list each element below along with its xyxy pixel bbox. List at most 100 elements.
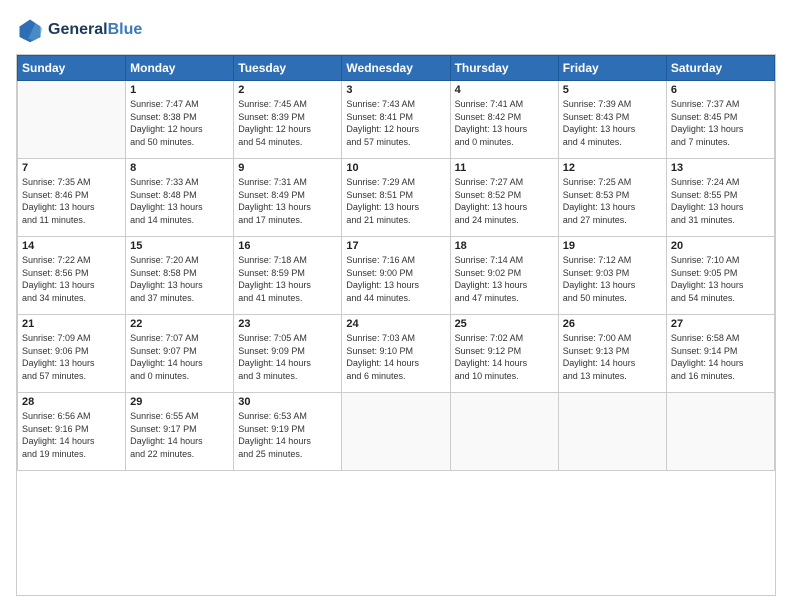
day-info: Sunrise: 7:25 AM Sunset: 8:53 PM Dayligh… [563, 176, 662, 226]
day-info: Sunrise: 7:07 AM Sunset: 9:07 PM Dayligh… [130, 332, 229, 382]
day-info: Sunrise: 7:22 AM Sunset: 8:56 PM Dayligh… [22, 254, 121, 304]
calendar-body: 1 Sunrise: 7:47 AM Sunset: 8:38 PM Daylig… [18, 81, 775, 471]
calendar-day-cell: 13Sunrise: 7:24 AM Sunset: 8:55 PM Dayli… [666, 159, 774, 237]
day-number: 2 [238, 84, 337, 96]
day-info: Sunrise: 7:05 AM Sunset: 9:09 PM Dayligh… [238, 332, 337, 382]
calendar-day-cell: 27 Sunrise: 6:58 AM Sunset: 9:14 PM Dayli… [666, 315, 774, 393]
day-info: Sunrise: 6:58 AM Sunset: 9:14 PM Dayligh… [671, 332, 770, 382]
day-info: Sunrise: 7:31 AM Sunset: 8:49 PM Dayligh… [238, 176, 337, 226]
day-number: 29 [130, 396, 229, 408]
day-info: Sunrise: 7:20 AM Sunset: 8:58 PM Dayligh… [130, 254, 229, 304]
calendar-day-cell [450, 393, 558, 471]
day-info: Sunrise: 7:10 AM Sunset: 9:05 PM Dayligh… [671, 254, 770, 304]
day-number: 4 [455, 84, 554, 96]
day-number: 22 [130, 318, 229, 330]
calendar-day-cell [18, 81, 126, 159]
calendar-week-row: 21 Sunrise: 7:09 AM Sunset: 9:06 PM Dayli… [18, 315, 775, 393]
day-number: 12 [563, 162, 662, 174]
calendar-day-cell [558, 393, 666, 471]
day-info: Sunrise: 7:16 AM Sunset: 9:00 PM Dayligh… [346, 254, 445, 304]
calendar: SundayMondayTuesdayWednesdayThursdayFrid… [16, 54, 776, 596]
calendar-day-cell: 8Sunrise: 7:33 AM Sunset: 8:48 PM Daylig… [126, 159, 234, 237]
day-number: 6 [671, 84, 770, 96]
day-number: 7 [22, 162, 121, 174]
day-number: 9 [238, 162, 337, 174]
day-info: Sunrise: 7:37 AM Sunset: 8:45 PM Dayligh… [671, 98, 770, 148]
day-info: Sunrise: 7:29 AM Sunset: 8:51 PM Dayligh… [346, 176, 445, 226]
calendar-week-row: 14 Sunrise: 7:22 AM Sunset: 8:56 PM Dayli… [18, 237, 775, 315]
day-info: Sunrise: 7:45 AM Sunset: 8:39 PM Dayligh… [238, 98, 337, 148]
calendar-day-cell: 29 Sunrise: 6:55 AM Sunset: 9:17 PM Dayli… [126, 393, 234, 471]
calendar-day-cell [342, 393, 450, 471]
day-info: Sunrise: 7:39 AM Sunset: 8:43 PM Dayligh… [563, 98, 662, 148]
day-info: Sunrise: 7:02 AM Sunset: 9:12 PM Dayligh… [455, 332, 554, 382]
calendar-header: SundayMondayTuesdayWednesdayThursdayFrid… [18, 56, 775, 81]
calendar-day-cell: 28 Sunrise: 6:56 AM Sunset: 9:16 PM Dayli… [18, 393, 126, 471]
day-info: Sunrise: 7:18 AM Sunset: 8:59 PM Dayligh… [238, 254, 337, 304]
day-info: Sunrise: 7:00 AM Sunset: 9:13 PM Dayligh… [563, 332, 662, 382]
calendar-day-cell: 11 Sunrise: 7:27 AM Sunset: 8:52 PM Dayli… [450, 159, 558, 237]
day-info: Sunrise: 7:12 AM Sunset: 9:03 PM Dayligh… [563, 254, 662, 304]
day-info: Sunrise: 7:43 AM Sunset: 8:41 PM Dayligh… [346, 98, 445, 148]
page: GeneralBlue SundayMondayTuesdayWednesday… [0, 0, 792, 612]
day-info: Sunrise: 7:24 AM Sunset: 8:55 PM Dayligh… [671, 176, 770, 226]
day-number: 10 [346, 162, 445, 174]
calendar-day-cell: 10 Sunrise: 7:29 AM Sunset: 8:51 PM Dayli… [342, 159, 450, 237]
calendar-week-row: 28 Sunrise: 6:56 AM Sunset: 9:16 PM Dayli… [18, 393, 775, 471]
day-number: 16 [238, 240, 337, 252]
calendar-day-cell: 9 Sunrise: 7:31 AM Sunset: 8:49 PM Daylig… [234, 159, 342, 237]
calendar-day-cell: 2 Sunrise: 7:45 AM Sunset: 8:39 PM Daylig… [234, 81, 342, 159]
day-number: 28 [22, 396, 121, 408]
logo-text: GeneralBlue [48, 21, 142, 39]
calendar-day-cell: 30Sunrise: 6:53 AM Sunset: 9:19 PM Dayli… [234, 393, 342, 471]
day-info: Sunrise: 7:27 AM Sunset: 8:52 PM Dayligh… [455, 176, 554, 226]
calendar-day-cell: 15Sunrise: 7:20 AM Sunset: 8:58 PM Dayli… [126, 237, 234, 315]
calendar-table: SundayMondayTuesdayWednesdayThursdayFrid… [17, 55, 775, 471]
day-of-week-header: Wednesday [342, 56, 450, 81]
day-number: 21 [22, 318, 121, 330]
day-info: Sunrise: 6:53 AM Sunset: 9:19 PM Dayligh… [238, 410, 337, 460]
calendar-day-cell [666, 393, 774, 471]
day-number: 27 [671, 318, 770, 330]
day-number: 26 [563, 318, 662, 330]
calendar-day-cell: 23 Sunrise: 7:05 AM Sunset: 9:09 PM Dayli… [234, 315, 342, 393]
day-number: 25 [455, 318, 554, 330]
logo-icon [16, 16, 44, 44]
day-of-week-header: Sunday [18, 56, 126, 81]
calendar-day-cell: 14 Sunrise: 7:22 AM Sunset: 8:56 PM Dayli… [18, 237, 126, 315]
day-number: 24 [346, 318, 445, 330]
calendar-day-cell: 7 Sunrise: 7:35 AM Sunset: 8:46 PM Daylig… [18, 159, 126, 237]
day-number: 17 [346, 240, 445, 252]
day-number: 14 [22, 240, 121, 252]
header: GeneralBlue [16, 16, 776, 44]
day-info: Sunrise: 7:47 AM Sunset: 8:38 PM Dayligh… [130, 98, 229, 148]
day-info: Sunrise: 7:41 AM Sunset: 8:42 PM Dayligh… [455, 98, 554, 148]
day-of-week-header: Tuesday [234, 56, 342, 81]
day-of-week-header: Monday [126, 56, 234, 81]
day-info: Sunrise: 6:56 AM Sunset: 9:16 PM Dayligh… [22, 410, 121, 460]
calendar-day-cell: 3Sunrise: 7:43 AM Sunset: 8:41 PM Daylig… [342, 81, 450, 159]
calendar-day-cell: 5Sunrise: 7:39 AM Sunset: 8:43 PM Daylig… [558, 81, 666, 159]
day-of-week-header: Friday [558, 56, 666, 81]
calendar-day-cell: 21 Sunrise: 7:09 AM Sunset: 9:06 PM Dayli… [18, 315, 126, 393]
day-info: Sunrise: 7:33 AM Sunset: 8:48 PM Dayligh… [130, 176, 229, 226]
calendar-day-cell: 25 Sunrise: 7:02 AM Sunset: 9:12 PM Dayli… [450, 315, 558, 393]
day-number: 23 [238, 318, 337, 330]
calendar-day-cell: 18Sunrise: 7:14 AM Sunset: 9:02 PM Dayli… [450, 237, 558, 315]
day-info: Sunrise: 7:35 AM Sunset: 8:46 PM Dayligh… [22, 176, 121, 226]
calendar-week-row: 7 Sunrise: 7:35 AM Sunset: 8:46 PM Daylig… [18, 159, 775, 237]
calendar-day-cell: 26 Sunrise: 7:00 AM Sunset: 9:13 PM Dayli… [558, 315, 666, 393]
calendar-day-cell: 22 Sunrise: 7:07 AM Sunset: 9:07 PM Dayli… [126, 315, 234, 393]
logo: GeneralBlue [16, 16, 142, 44]
calendar-day-cell: 12 Sunrise: 7:25 AM Sunset: 8:53 PM Dayli… [558, 159, 666, 237]
day-info: Sunrise: 6:55 AM Sunset: 9:17 PM Dayligh… [130, 410, 229, 460]
calendar-day-cell: 24Sunrise: 7:03 AM Sunset: 9:10 PM Dayli… [342, 315, 450, 393]
calendar-day-cell: 19 Sunrise: 7:12 AM Sunset: 9:03 PM Dayli… [558, 237, 666, 315]
day-info: Sunrise: 7:09 AM Sunset: 9:06 PM Dayligh… [22, 332, 121, 382]
day-number: 19 [563, 240, 662, 252]
calendar-day-cell: 4 Sunrise: 7:41 AM Sunset: 8:42 PM Daylig… [450, 81, 558, 159]
day-number: 11 [455, 162, 554, 174]
day-number: 1 [130, 84, 229, 96]
calendar-day-cell: 1 Sunrise: 7:47 AM Sunset: 8:38 PM Daylig… [126, 81, 234, 159]
day-of-week-header: Saturday [666, 56, 774, 81]
